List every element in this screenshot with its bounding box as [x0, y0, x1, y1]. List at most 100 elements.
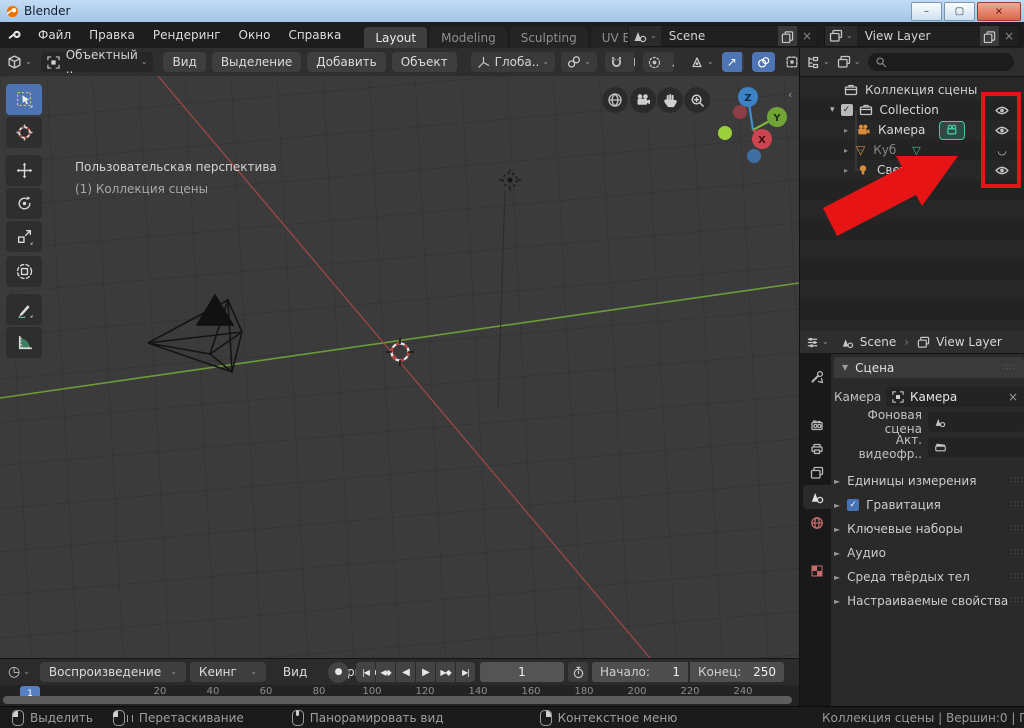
- eye-light[interactable]: [993, 160, 1011, 180]
- menu-edit[interactable]: Правка: [80, 24, 144, 46]
- timeline-ruler[interactable]: 20 40 60 80 100 120 140 160 180 200 220 …: [0, 685, 799, 707]
- gizmo-dropdown[interactable]: ⌄: [742, 52, 744, 72]
- view-layer-copy-icon[interactable]: [980, 26, 999, 46]
- row-light[interactable]: ▸ Свет: [844, 160, 935, 180]
- camera-field[interactable]: Камера ×: [886, 387, 1024, 407]
- editor-type-timeline-icon[interactable]: ◷ ⌄: [8, 664, 30, 680]
- minimize-button[interactable]: –: [911, 2, 942, 21]
- panel-keying-sets[interactable]: ►Ключевые наборы∷∷: [834, 518, 1024, 540]
- timeline-scrollbar[interactable]: [3, 696, 792, 704]
- view-layer-remove-icon[interactable]: ×: [999, 26, 1019, 46]
- toggle-perspective-button[interactable]: [602, 87, 628, 113]
- tab-modeling[interactable]: Modeling: [430, 27, 507, 48]
- close-button[interactable]: ×: [977, 2, 1021, 21]
- play-reverse-button[interactable]: ◀: [396, 662, 415, 682]
- menu-select[interactable]: Выделение: [212, 52, 301, 72]
- navigation-gizmo[interactable]: Z Y X: [700, 85, 800, 175]
- jump-to-end-button[interactable]: ▶|: [456, 662, 475, 682]
- transform-orientation-dropdown[interactable]: Глоба.. ⌄: [471, 52, 555, 72]
- jump-to-start-button[interactable]: |◀: [356, 662, 375, 682]
- tab-view-layer[interactable]: [803, 461, 831, 485]
- clear-camera-icon[interactable]: ×: [1008, 390, 1018, 404]
- row-camera[interactable]: ▸ Камера: [844, 120, 965, 140]
- tool-move[interactable]: [6, 155, 42, 186]
- keying-dropdown[interactable]: Кеинг⌄: [190, 662, 266, 682]
- tab-world[interactable]: [803, 511, 831, 535]
- panel-rigid-body-world[interactable]: ►Среда твёрдых тел∷∷: [834, 566, 1024, 588]
- panel-units[interactable]: ►Единицы измерения∷∷: [834, 470, 1024, 492]
- snap-with-dropdown[interactable]: ⌄: [628, 52, 635, 72]
- outliner-search-input[interactable]: [868, 53, 1014, 71]
- scene-icon[interactable]: ⌄: [629, 26, 661, 46]
- tool-annotate[interactable]: [6, 294, 42, 325]
- expand-icon[interactable]: ▾: [830, 105, 835, 115]
- falloff-dropdown[interactable]: ⌄: [666, 52, 674, 72]
- viewport-3d[interactable]: Пользовательская перспектива (1) Коллекц…: [0, 76, 800, 658]
- row-collection[interactable]: ▾ ✓ Collection: [830, 100, 939, 120]
- tab-render[interactable]: [803, 413, 831, 437]
- breadcrumb-view-layer[interactable]: View Layer: [917, 335, 1002, 349]
- use-preview-range-button[interactable]: [568, 662, 588, 682]
- play-button[interactable]: ▶: [416, 662, 435, 682]
- sidebar-toggle-icon[interactable]: ‹: [788, 88, 792, 101]
- tool-transform[interactable]: [6, 256, 42, 287]
- eye-collection[interactable]: [993, 100, 1011, 120]
- row-cube[interactable]: ▸ ▽ Куб ▽: [844, 140, 921, 160]
- prev-keyframe-button[interactable]: ◀◆: [376, 662, 395, 682]
- tab-texture[interactable]: [803, 559, 831, 583]
- proportional-editing-icon[interactable]: [643, 52, 666, 72]
- active-clip-field[interactable]: [928, 437, 1024, 457]
- visibility-dropdown[interactable]: ⌄: [690, 55, 714, 69]
- menu-object[interactable]: Объект: [392, 52, 457, 72]
- outliner-filter-icon[interactable]: ⌄: [837, 55, 861, 69]
- show-overlays-toggle[interactable]: [752, 52, 775, 72]
- frame-start-field[interactable]: Начало:1: [592, 662, 688, 682]
- scene-panel-header[interactable]: ▼ Сцена ∷∷: [834, 357, 1024, 378]
- menu-view[interactable]: Вид: [163, 52, 205, 72]
- menu-render[interactable]: Рендеринг: [144, 24, 230, 46]
- eye-camera[interactable]: [993, 120, 1011, 140]
- panel-custom-properties[interactable]: ►Настраиваемые свойства∷∷: [834, 590, 1024, 612]
- tab-sculpting[interactable]: Sculpting: [510, 27, 588, 48]
- next-keyframe-button[interactable]: ▶◆: [436, 662, 455, 682]
- scene-copy-icon[interactable]: [778, 26, 797, 46]
- gravity-checkbox[interactable]: ✓: [847, 499, 859, 511]
- editor-type-3d-viewport-icon[interactable]: ⌄: [7, 55, 32, 70]
- tool-select-box[interactable]: [6, 84, 42, 115]
- tool-measure[interactable]: [6, 327, 42, 358]
- magnet-icon[interactable]: [605, 52, 628, 72]
- editor-type-properties-icon[interactable]: ⌄: [806, 336, 829, 349]
- menu-add[interactable]: Добавить: [307, 52, 385, 72]
- breadcrumb-scene[interactable]: Scene: [841, 335, 897, 349]
- maximize-button[interactable]: ▢: [944, 2, 975, 21]
- show-gizmo-toggle[interactable]: ↗: [722, 52, 742, 72]
- view-layer-icon[interactable]: ⌄: [825, 26, 857, 46]
- menu-help[interactable]: Справка: [279, 24, 350, 46]
- menu-file[interactable]: Файл: [29, 24, 80, 46]
- eye-cube-closed[interactable]: ◡: [993, 140, 1011, 160]
- view-layer-name[interactable]: View Layer: [857, 26, 980, 46]
- mode-dropdown[interactable]: Объектный .. ⌄: [41, 52, 154, 72]
- view-layer-selector[interactable]: ⌄ View Layer ×: [824, 25, 1020, 47]
- editor-type-outliner-icon[interactable]: ⌄: [806, 55, 830, 69]
- scene-unlink-icon[interactable]: ×: [797, 26, 817, 46]
- camera-data-icon[interactable]: [939, 121, 965, 140]
- toggle-camera-view-button[interactable]: [630, 87, 656, 113]
- current-frame-field[interactable]: 1: [480, 662, 564, 682]
- background-scene-field[interactable]: [928, 412, 1024, 432]
- tab-scene[interactable]: [803, 485, 831, 509]
- mesh-data-icon[interactable]: ▽: [912, 144, 920, 157]
- panel-gravity[interactable]: ► ✓ Гравитация∷∷: [834, 494, 1024, 516]
- timeline-menu-view[interactable]: Вид: [274, 661, 316, 683]
- scene-name[interactable]: Scene: [661, 26, 778, 46]
- playback-dropdown[interactable]: Воспроизведение⌄: [40, 662, 186, 682]
- collection-checkbox[interactable]: ✓: [841, 104, 853, 116]
- menu-window[interactable]: Окно: [230, 24, 280, 46]
- pivot-point-dropdown[interactable]: ⌄: [561, 52, 597, 72]
- blender-menu-logo-icon[interactable]: [8, 28, 23, 43]
- record-button[interactable]: ●: [328, 662, 349, 683]
- tab-output[interactable]: [803, 437, 831, 461]
- panel-audio[interactable]: ►Аудио∷∷: [834, 542, 1024, 564]
- xray-toggle[interactable]: [785, 55, 799, 69]
- tool-rotate[interactable]: [6, 188, 42, 219]
